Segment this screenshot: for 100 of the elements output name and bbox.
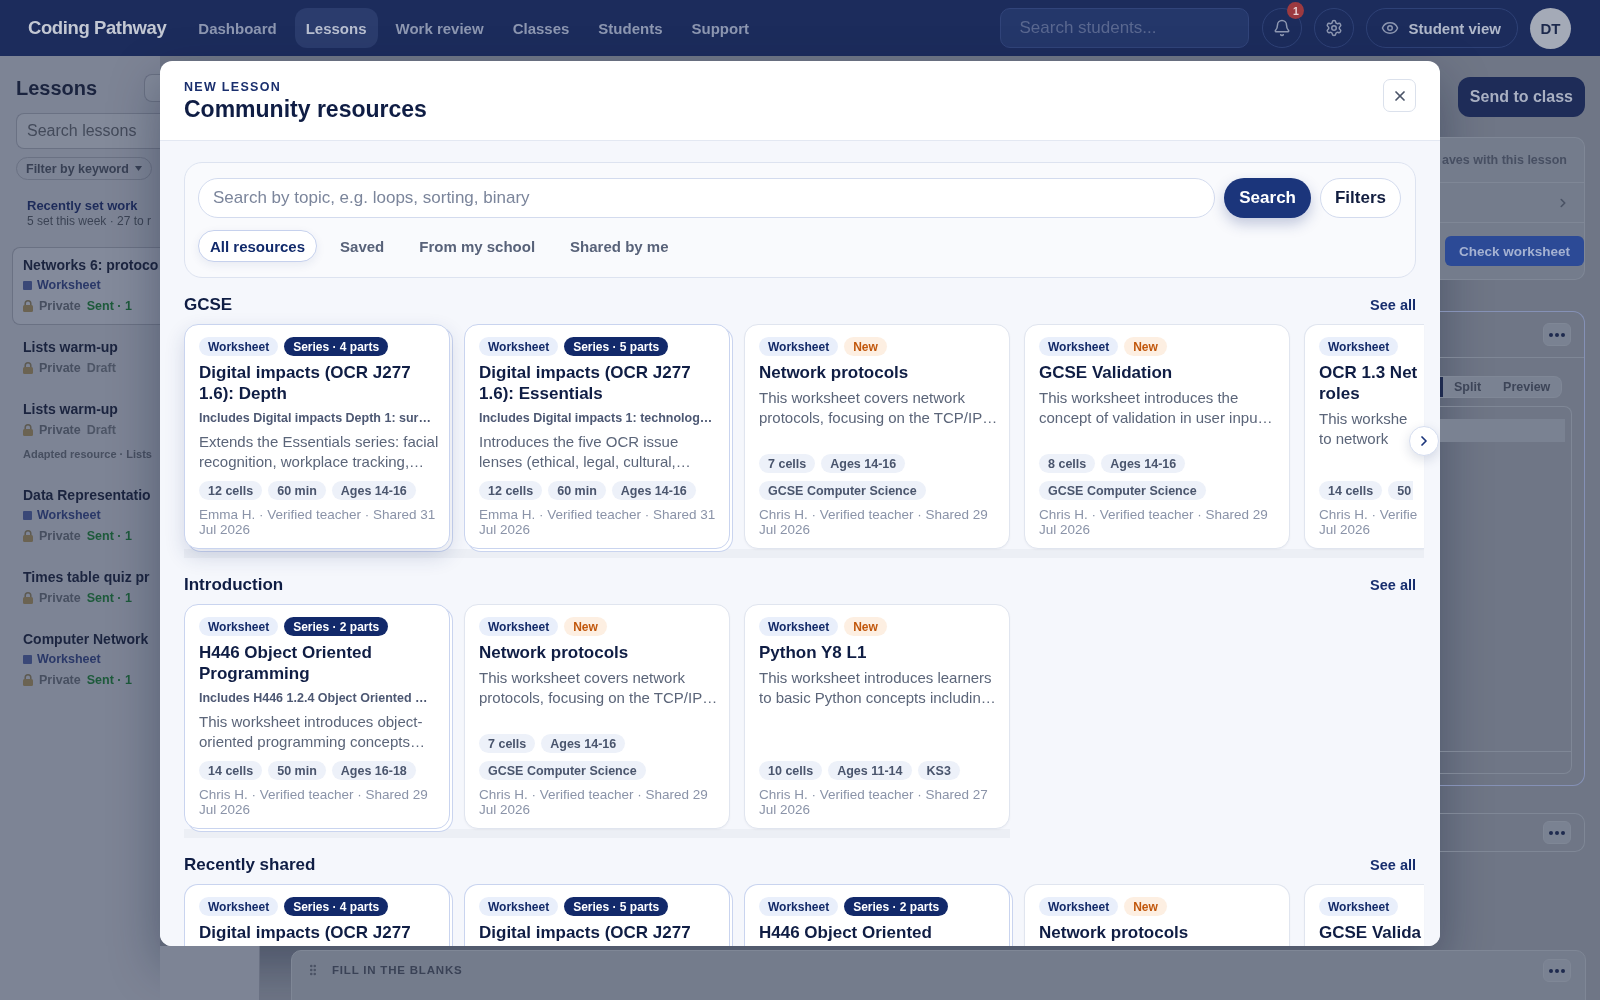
type-tag: Worksheet — [199, 337, 279, 356]
resource-card[interactable]: Worksheet GCSE Valida — [1304, 884, 1424, 946]
status-label: Sent · 1 — [86, 673, 132, 687]
author-meta: Chris H. · Verified teacher · Shared 29 Jul 2026 — [199, 787, 428, 817]
card-description: This worksheet introduces object- oriented programming concepts… — [199, 712, 425, 752]
filter-tab[interactable]: All resources — [198, 230, 318, 262]
resource-card[interactable]: Worksheet Series · 4 parts Digital impacts (OCR J277 — [184, 884, 450, 946]
detail-tag: 8 cells — [1039, 454, 1096, 473]
nav-tab[interactable]: Classes — [501, 8, 581, 48]
privacy-label: Private — [39, 299, 81, 313]
bell-icon — [1273, 19, 1292, 37]
check-worksheet-button[interactable]: Check worksheet — [1445, 236, 1585, 266]
detail-tag: Ages 11-14 — [828, 761, 912, 780]
card-description: Extends the Essentials series: facial recognition, workplace tracking,… — [199, 432, 439, 472]
card-description: This worksheet covers network protocols, focusing on the TCP/IP… — [759, 388, 998, 428]
more-icon — [1549, 830, 1565, 835]
resource-card[interactable] — [184, 604, 450, 829]
filter-tab[interactable]: Shared by me — [558, 230, 681, 262]
resource-card[interactable] — [464, 324, 730, 549]
detail-tag: 12 cells — [479, 481, 543, 500]
card-title: Digital impacts (OCR J277 1.6): Essentials — [479, 362, 691, 404]
resource-card[interactable]: Worksheet New Network protocols This worksheet covers network protocols, focusing on the TCP/IP… 7 cells Ages 14-16 GCSE Computer Science Chris H. · Verified teacher · Shared 29 Jul 2026 — [464, 604, 730, 829]
square-icon — [23, 654, 32, 664]
detail-tag: Ages 14-16 — [1101, 454, 1186, 473]
card-title: GCSE Valida — [1319, 922, 1422, 943]
see-all-link[interactable]: See all — [1370, 577, 1416, 593]
more-button[interactable] — [1543, 821, 1571, 844]
see-all-link[interactable]: See all — [1370, 297, 1416, 313]
type-tag: Worksheet — [759, 617, 839, 636]
series-tag: Series · 4 parts — [284, 897, 389, 916]
series-tag: Series · 4 parts — [284, 337, 389, 356]
send-button[interactable]: Send to class — [1457, 77, 1585, 117]
detail-tag: 10 cells — [759, 761, 823, 780]
status-label: Sent · 1 — [86, 591, 132, 605]
detail-tag: Ages 14-16 — [331, 481, 416, 500]
close-button[interactable] — [1383, 79, 1416, 112]
type-tag: Worksheet — [759, 337, 839, 356]
resource-card[interactable]: Worksheet OCR 1.3 Net roles This workshe to network 14 cells 50 Chris H. · Verifie Jul 2026 — [1304, 324, 1424, 549]
detail-tag: GCSE Computer Science — [479, 761, 646, 780]
nav-tab[interactable]: Dashboard — [187, 8, 288, 48]
filters-button[interactable]: Filters — [1319, 178, 1401, 218]
see-all-link[interactable]: See all — [1370, 857, 1416, 873]
author-meta: Chris H. · Verifie Jul 2026 — [1319, 507, 1418, 537]
avatar[interactable]: DT — [1530, 7, 1571, 49]
lesson-title: Times table quiz pr — [23, 568, 150, 587]
author-meta: Chris H. · Verified teacher · Shared 29 Jul 2026 — [759, 507, 988, 537]
filter-tab[interactable]: From my school — [407, 230, 548, 262]
nav-tab[interactable]: Students — [587, 8, 674, 48]
square-icon — [23, 510, 32, 520]
resource-card[interactable]: Worksheet New Python Y8 L1 This worksheet introduces learners to basic Python concepts includin… 10 cells Ages 11-14 KS3 Chris H. · Verified teacher · Shared 27 Jul 2026 — [744, 604, 1010, 829]
type-tag: Worksheet — [759, 897, 839, 916]
dialog-title: Community resources — [184, 95, 427, 123]
new-tag: New — [844, 617, 887, 636]
lock-icon — [23, 424, 33, 436]
new-tag: New — [844, 337, 887, 356]
nav-tab[interactable]: Lessons — [294, 8, 378, 48]
type-tag: Worksheet — [479, 337, 559, 356]
resource-card[interactable]: Worksheet New Network protocols This worksheet covers network protocols, focusing on the TCP/IP… 7 cells Ages 14-16 GCSE Computer Science Chris H. · Verified teacher · Shared 29 Jul 2026 — [744, 324, 1010, 549]
detail-tag: 12 cells — [199, 481, 263, 500]
eye-icon — [1381, 19, 1400, 37]
resource-card[interactable]: Worksheet New GCSE Validation This worksheet introduces the concept of validation in user inpu… 8 cells Ages 14-16 GCSE Computer Science Chris H. · Verified teacher · Shared 29 Jul 2026 — [1024, 324, 1290, 549]
type-tag: Worksheet — [479, 897, 559, 916]
lesson-item[interactable]: Networks 6: protoco Worksheet Private Sent · 1 — [12, 247, 160, 325]
resource-card[interactable]: Worksheet Series · 5 parts Digital impacts (OCR J277 — [464, 884, 730, 946]
author-meta: Emma H. · Verified teacher · Shared 31 Jul 2026 — [199, 507, 436, 537]
card-title: Network protocols — [479, 642, 629, 663]
filter-tab[interactable]: Saved — [328, 230, 397, 262]
detail-tag: 50 — [1388, 481, 1414, 500]
nav-tab[interactable]: Support — [680, 8, 761, 48]
lesson-title: Lists warm-up — [23, 338, 118, 357]
detail-tag: GCSE Computer Science — [1039, 481, 1206, 500]
status-label: Sent · 1 — [86, 299, 132, 313]
card-title: Digital impacts (OCR J277 — [199, 922, 411, 943]
search-button[interactable]: Search — [1224, 178, 1311, 218]
card-title: H446 Object Oriented Programming — [199, 642, 372, 684]
status-label: Sent · 1 — [86, 529, 132, 543]
detail-tag: Ages 16-18 — [331, 761, 416, 780]
lock-icon — [23, 674, 33, 686]
logo[interactable]: Coding Pathway — [28, 17, 167, 39]
resource-card[interactable]: Worksheet Series · 2 parts H446 Object Oriented — [744, 884, 1010, 946]
series-tag: Series · 5 parts — [564, 897, 669, 916]
notification-badge: 1 — [1287, 2, 1305, 19]
nav-tab[interactable]: Work review — [384, 8, 495, 48]
sidebar-title: Lessons — [16, 76, 98, 100]
lesson-type: Worksheet — [37, 508, 101, 522]
new-tag: New — [564, 617, 607, 636]
search-field[interactable]: Search lessons — [16, 113, 160, 149]
resource-card[interactable]: Worksheet New Network protocols — [1024, 884, 1290, 946]
card-description: This worksheet introduces the concept of validation in user inpu… — [1039, 388, 1273, 428]
lock-icon — [23, 530, 33, 542]
detail-tag: 14 cells — [1319, 481, 1383, 500]
card-title: H446 Object Oriented — [759, 922, 932, 943]
more-button[interactable] — [1543, 323, 1571, 346]
card-title: OCR 1.3 Net roles — [1319, 362, 1418, 404]
more-button[interactable] — [1543, 959, 1571, 982]
type-tag: Worksheet — [199, 617, 279, 636]
detail-tag: 50 min — [268, 761, 326, 780]
type-tag: Worksheet — [1319, 337, 1399, 356]
resource-card[interactable] — [184, 324, 450, 549]
card-description: This worksheet introduces learners to basic Python concepts includin… — [759, 668, 996, 708]
